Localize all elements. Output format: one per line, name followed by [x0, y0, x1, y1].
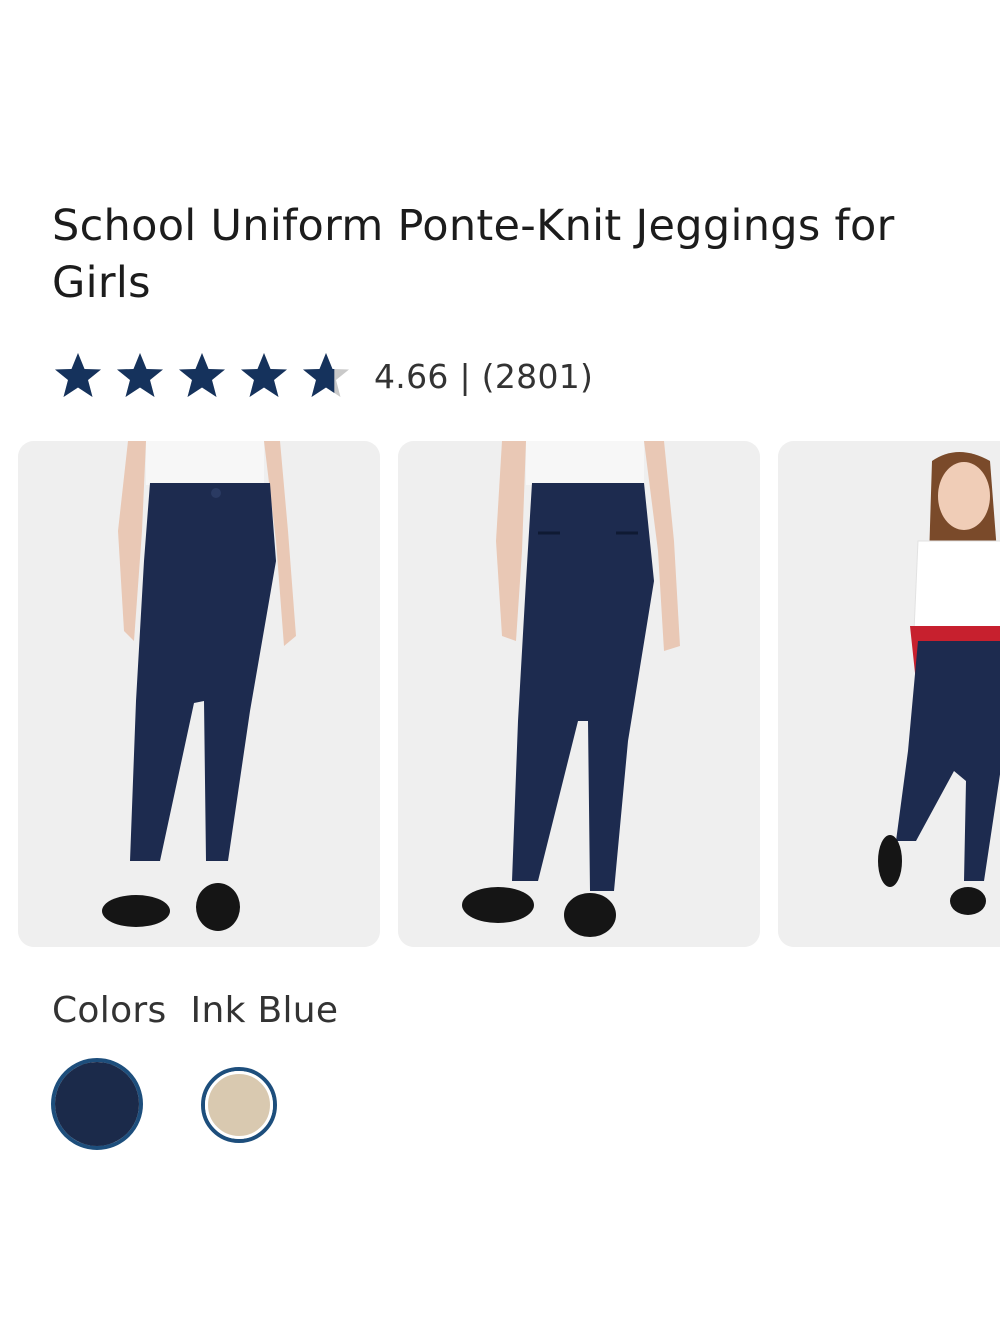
color-section-label: Colors Ink Blue: [52, 990, 338, 1031]
star-rating: [52, 351, 362, 401]
star-icon: [179, 353, 225, 397]
image-gallery[interactable]: [18, 441, 1000, 947]
star-icon: [117, 353, 163, 397]
gallery-image-front[interactable]: [18, 441, 380, 947]
gallery-image-back[interactable]: [398, 441, 760, 947]
rating-summary[interactable]: 4.66 | (2801): [374, 357, 593, 396]
selected-color-name: Ink Blue: [190, 990, 339, 1031]
rating-row[interactable]: 4.66 | (2801): [52, 348, 593, 404]
color-swatch-khaki[interactable]: [201, 1067, 277, 1143]
swatch-fill: [205, 1071, 273, 1139]
gallery-image-model[interactable]: [778, 441, 1000, 947]
star-icon: [241, 353, 287, 397]
star-icon: [55, 353, 101, 397]
color-swatch-ink-blue[interactable]: [51, 1058, 143, 1150]
star-icon: [303, 353, 349, 397]
product-title: School Uniform Ponte-Knit Jeggings for G…: [52, 201, 895, 308]
colors-heading: Colors: [52, 990, 167, 1031]
swatch-fill: [55, 1062, 139, 1146]
